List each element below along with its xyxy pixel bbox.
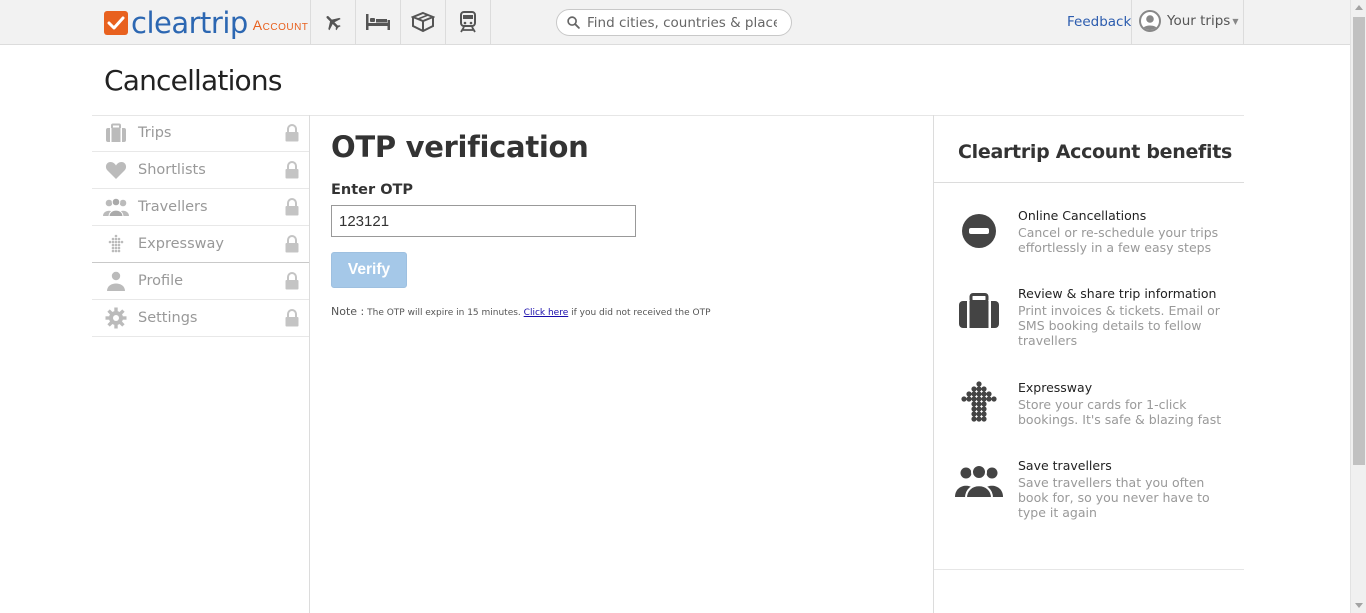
benefit-heading: Expressway bbox=[1018, 380, 1093, 395]
gear-icon bbox=[105, 307, 127, 329]
your-trips-menu[interactable]: Your trips ▼ bbox=[1139, 10, 1238, 32]
minus-circle-icon bbox=[954, 208, 1004, 254]
product-nav bbox=[310, 0, 491, 44]
resend-otp-link[interactable]: Click here bbox=[524, 308, 569, 318]
benefit-description: Save travellers that you often book for,… bbox=[1018, 475, 1210, 520]
sidebar-item-label: Profile bbox=[138, 273, 184, 289]
briefcase-icon bbox=[954, 288, 1004, 334]
bed-icon bbox=[366, 14, 390, 30]
benefit-description: Store your cards for 1-click bookings. I… bbox=[1018, 397, 1222, 427]
benefits-bottom-divider bbox=[934, 569, 1244, 570]
otp-input[interactable] bbox=[331, 205, 636, 237]
sidebar-item-label: Trips bbox=[138, 125, 172, 141]
benefit-heading: Save travellers bbox=[1018, 458, 1112, 473]
note-text: if you did not received the OTP bbox=[568, 308, 711, 318]
lock-icon bbox=[285, 198, 299, 216]
flights-nav-button[interactable] bbox=[311, 0, 356, 44]
box-icon bbox=[411, 11, 435, 33]
travellers-icon bbox=[954, 458, 1004, 504]
scroll-up-arrow-icon[interactable] bbox=[1355, 5, 1363, 10]
sidebar-item-expressway[interactable]: Expressway bbox=[92, 226, 309, 263]
chevron-down-icon: ▼ bbox=[1232, 16, 1239, 26]
lock-icon bbox=[285, 309, 299, 327]
note-text: The OTP will expire in 15 minutes. bbox=[364, 308, 524, 318]
sidebar-item-label: Travellers bbox=[138, 199, 208, 215]
sidebar-item-travellers[interactable]: Travellers bbox=[92, 189, 309, 226]
checkmark-logo-icon bbox=[104, 11, 128, 35]
hotels-nav-button[interactable] bbox=[356, 0, 401, 44]
lock-icon bbox=[285, 235, 299, 253]
benefit-heading: Review & share trip information bbox=[1018, 286, 1217, 301]
expressway-icon bbox=[954, 380, 1004, 426]
travellers-icon bbox=[103, 197, 129, 217]
otp-panel: OTP verification Enter OTP Verify Note :… bbox=[309, 115, 934, 613]
otp-input-label: Enter OTP bbox=[331, 182, 414, 198]
verify-button[interactable]: Verify bbox=[331, 252, 407, 288]
note-heading: Note : bbox=[331, 305, 365, 318]
lock-icon bbox=[285, 124, 299, 142]
activities-nav-button[interactable] bbox=[401, 0, 446, 44]
benefits-divider bbox=[934, 182, 1244, 183]
header-divider bbox=[1243, 0, 1244, 44]
scroll-down-arrow-icon[interactable] bbox=[1355, 603, 1363, 608]
benefit-description: Print invoices & tickets. Email or SMS b… bbox=[1018, 303, 1220, 348]
expressway-icon bbox=[108, 234, 124, 253]
logo-wordmark: cleartrip bbox=[131, 6, 248, 40]
vertical-scrollbar[interactable] bbox=[1350, 0, 1366, 613]
sidebar-item-settings[interactable]: Settings bbox=[92, 300, 309, 337]
search-input[interactable] bbox=[587, 14, 777, 31]
sidebar-item-label: Settings bbox=[138, 310, 198, 326]
profile-icon bbox=[107, 271, 125, 291]
plane-icon bbox=[326, 16, 341, 31]
heart-icon bbox=[105, 162, 127, 179]
lock-icon bbox=[285, 161, 299, 179]
account-sidebar: Trips Shortlists Travellers Expressway P… bbox=[92, 115, 309, 337]
search-icon bbox=[567, 16, 580, 29]
cleartrip-logo[interactable]: cleartrip Account bbox=[104, 8, 308, 38]
sidebar-item-shortlists[interactable]: Shortlists bbox=[92, 152, 309, 189]
benefits-panel: Cleartrip Account benefits Online Cancel… bbox=[934, 115, 1244, 613]
benefits-title: Cleartrip Account benefits bbox=[958, 141, 1233, 163]
logo-subtitle: Account bbox=[252, 17, 309, 33]
sidebar-item-profile[interactable]: Profile bbox=[92, 263, 309, 300]
otp-heading: OTP verification bbox=[331, 130, 589, 164]
briefcase-icon bbox=[106, 123, 126, 142]
search-box[interactable] bbox=[556, 9, 792, 36]
train-icon bbox=[460, 11, 476, 33]
header-divider bbox=[1131, 0, 1132, 44]
sidebar-item-label: Expressway bbox=[138, 236, 224, 252]
lock-icon bbox=[285, 272, 299, 290]
page-title: Cancellations bbox=[104, 64, 282, 97]
trains-nav-button[interactable] bbox=[446, 0, 491, 44]
otp-note: Note : The OTP will expire in 15 minutes… bbox=[331, 305, 711, 318]
benefit-description: Cancel or re-schedule your trips effortl… bbox=[1018, 225, 1219, 255]
scrollbar-thumb[interactable] bbox=[1353, 17, 1365, 465]
user-avatar-icon bbox=[1139, 10, 1161, 32]
your-trips-label: Your trips bbox=[1167, 13, 1231, 29]
feedback-link[interactable]: Feedback bbox=[1067, 14, 1131, 30]
sidebar-item-label: Shortlists bbox=[138, 162, 206, 178]
benefit-heading: Online Cancellations bbox=[1018, 208, 1147, 223]
top-header: cleartrip Account Feedback Your trips ▼ bbox=[0, 0, 1350, 45]
sidebar-item-trips[interactable]: Trips bbox=[92, 115, 309, 152]
